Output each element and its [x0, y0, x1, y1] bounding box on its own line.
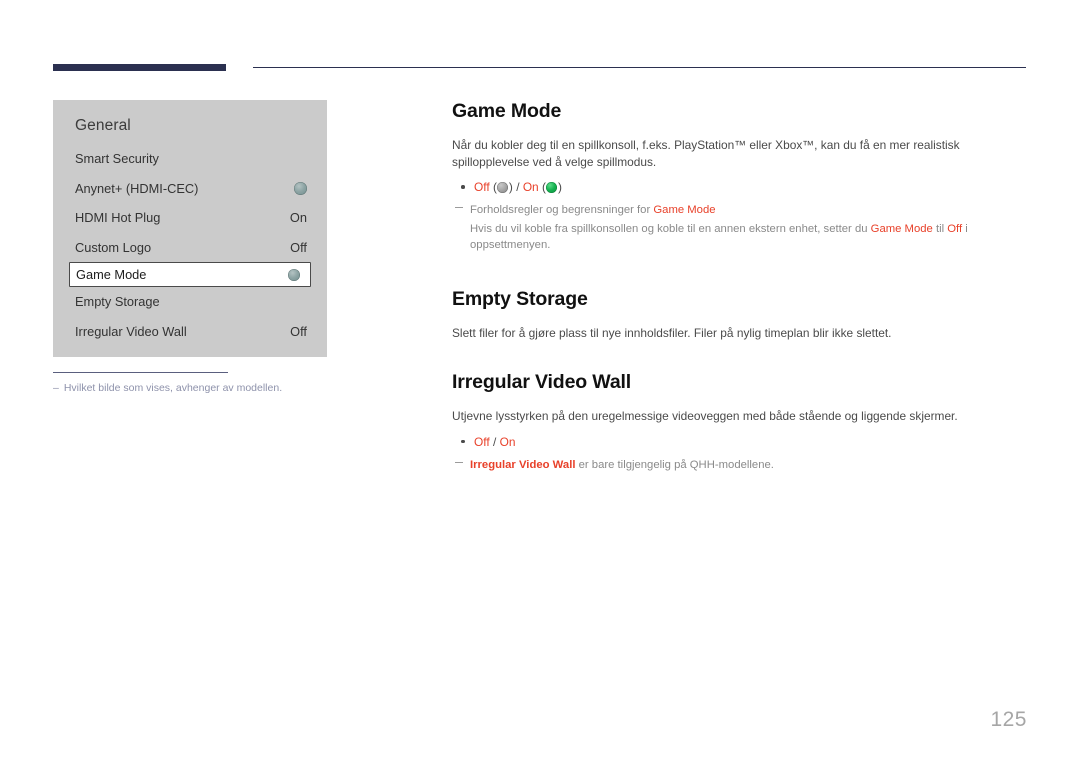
option-on-label: On: [499, 434, 516, 449]
header-rule: [53, 62, 1026, 74]
note-body-part-2: til: [932, 222, 948, 235]
panel-footnote-body: Hvilket bilde som vises, avhenger av mod…: [63, 382, 283, 394]
option-list-irregular-video-wall: Off / On: [452, 434, 1027, 450]
note-body-term-1: Game Mode: [870, 222, 933, 235]
section-title-game-mode: Game Mode: [452, 100, 562, 122]
option-off-label: Off: [474, 180, 490, 194]
osd-menu-list: Smart Security Anynet+ (HDMI-CEC) HDMI H…: [53, 144, 327, 346]
osd-item-smart-security[interactable]: Smart Security: [53, 144, 327, 174]
option-on-dot-icon: [546, 181, 558, 193]
osd-item-anynet-hdmi-cec[interactable]: Anynet+ (HDMI-CEC): [53, 174, 327, 204]
page-number: 125: [990, 708, 1027, 731]
osd-item-value: Off: [290, 239, 307, 255]
header-accent-bar: [53, 64, 226, 71]
note-game-mode: Forholdsregler og begrensninger for Game…: [452, 202, 1027, 254]
option-off-dot-icon: [497, 181, 509, 193]
note-irregular-video-wall: Irregular Video Wall er bare tilgjengeli…: [452, 457, 1027, 474]
note-rest: er bare tilgjengelig på QHH-modellene.: [575, 458, 774, 471]
note-heading-term: Game Mode: [653, 204, 716, 216]
header-thin-rule: [253, 67, 1026, 68]
option-list-game-mode: Off () / On (): [452, 179, 1027, 195]
osd-item-irregular-video-wall[interactable]: Irregular Video Wall Off: [53, 317, 327, 347]
osd-item-label: Empty Storage: [75, 294, 160, 310]
note-game-mode-detail: Hvis du vil koble fra spillkonsollen og …: [470, 221, 1027, 254]
option-on-label: On: [522, 180, 539, 194]
section-body-game-mode: Når du kobler deg til en spillkonsoll, f…: [452, 138, 960, 169]
osd-item-value: Off: [290, 323, 307, 339]
osd-item-label: Anynet+ (HDMI-CEC): [75, 180, 199, 196]
osd-item-label: Game Mode: [76, 267, 147, 282]
osd-item-custom-logo[interactable]: Custom Logo Off: [53, 233, 327, 263]
panel-footnote-rule: [53, 372, 228, 373]
section-body-irregular-video-wall: Utjevne lysstyrken på den uregelmessige …: [452, 409, 958, 423]
osd-item-game-mode[interactable]: Game Mode: [69, 262, 311, 287]
section-title-irregular-video-wall: Irregular Video Wall: [452, 371, 632, 393]
content-column: Game Mode Når du kobler deg til en spill…: [452, 100, 1027, 473]
osd-panel-title: General: [75, 117, 131, 134]
toggle-dot-icon[interactable]: [288, 268, 300, 281]
osd-item-label: HDMI Hot Plug: [75, 210, 161, 226]
note-term: Irregular Video Wall: [470, 458, 576, 471]
note-heading-prefix: Forholdsregler og begrensninger for: [470, 204, 654, 216]
osd-item-empty-storage[interactable]: Empty Storage: [53, 287, 327, 317]
panel-footnote: – Hvilket bilde som vises, avhenger av mo…: [53, 372, 353, 394]
panel-footnote-text: – Hvilket bilde som vises, avhenger av mo…: [53, 382, 353, 394]
panel-footnote-dash: –: [53, 382, 59, 394]
toggle-dot-icon[interactable]: [294, 181, 307, 195]
osd-menu-panel: General Smart Security Anynet+ (HDMI-CEC…: [53, 100, 327, 357]
osd-item-hdmi-hot-plug[interactable]: HDMI Hot Plug On: [53, 203, 327, 233]
note-body-term-2: Off: [947, 222, 963, 235]
osd-item-label: Irregular Video Wall: [75, 323, 187, 339]
osd-item-value: On: [289, 210, 307, 226]
note-body-part-1: Hvis du vil koble fra spillkonsollen og …: [470, 222, 871, 235]
section-body-empty-storage: Slett filer for å gjøre plass til nye in…: [452, 325, 892, 340]
section-title-empty-storage: Empty Storage: [452, 287, 588, 310]
option-off-label: Off: [474, 434, 490, 449]
osd-item-label: Custom Logo: [75, 239, 152, 255]
osd-item-label: Smart Security: [75, 151, 159, 167]
